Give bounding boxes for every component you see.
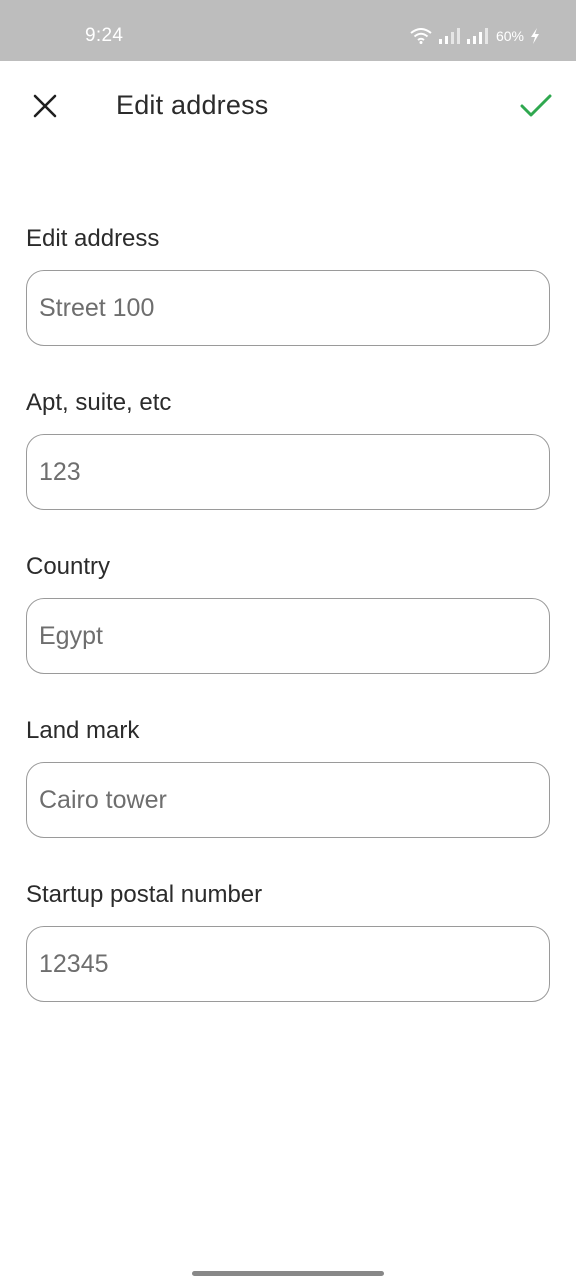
apt-label: Apt, suite, etc: [26, 389, 172, 416]
home-indicator[interactable]: [192, 1271, 384, 1276]
battery-percentage: 60%: [495, 28, 524, 44]
signal-icon: [466, 28, 488, 44]
signal-icon: [438, 28, 460, 44]
landmark-field: Land mark: [26, 714, 550, 838]
wifi-icon: [410, 28, 432, 44]
status-time: 9:24: [85, 25, 124, 46]
street-label: Edit address: [26, 225, 160, 252]
postal-field: Startup postal number: [26, 878, 550, 1002]
page-title: Edit address: [116, 90, 269, 120]
country-field: Country: [26, 550, 550, 674]
status-icons: 60%: [410, 26, 540, 46]
apt-field: Apt, suite, etc: [26, 386, 550, 510]
close-button[interactable]: [26, 89, 64, 127]
landmark-label: Land mark: [26, 717, 140, 744]
street-input[interactable]: [26, 270, 550, 346]
apt-input[interactable]: [26, 434, 550, 510]
country-input[interactable]: [26, 598, 550, 674]
check-icon: [520, 94, 552, 123]
postal-label: Startup postal number: [26, 881, 263, 908]
app-bar: Edit address: [0, 61, 576, 151]
status-bar: 9:24 60%: [0, 0, 576, 61]
address-form: Edit address Apt, suite, etc Country Lan…: [26, 222, 550, 1042]
close-icon: [33, 94, 57, 123]
street-field: Edit address: [26, 222, 550, 346]
postal-input[interactable]: [26, 926, 550, 1002]
battery-charging-icon: [530, 28, 540, 44]
landmark-input[interactable]: [26, 762, 550, 838]
save-button[interactable]: [516, 89, 556, 127]
country-label: Country: [26, 553, 111, 580]
